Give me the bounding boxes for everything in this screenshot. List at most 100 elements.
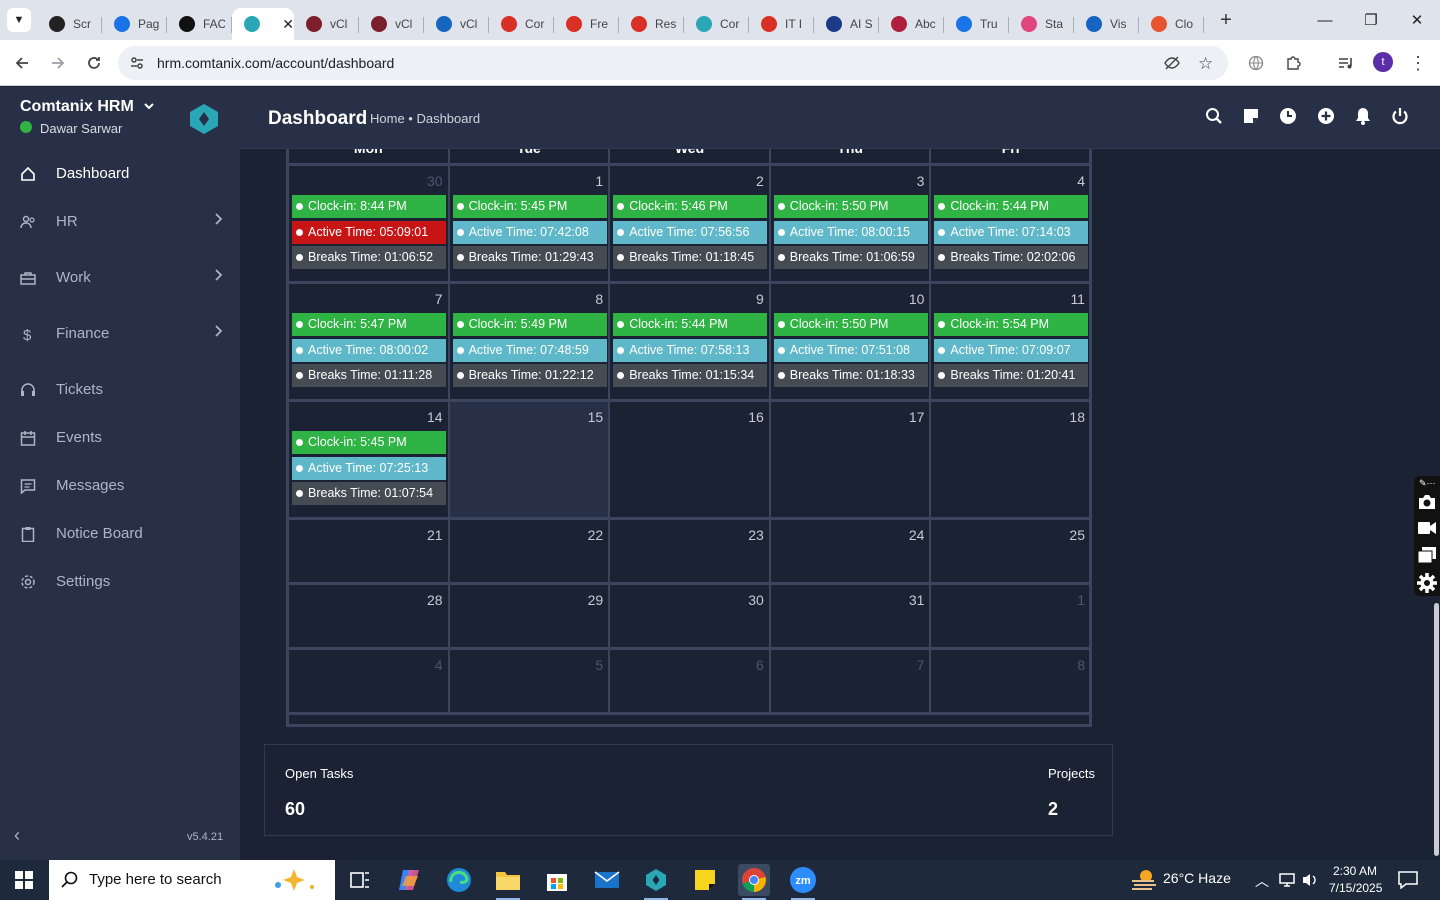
eye-off-icon[interactable] <box>1164 55 1180 71</box>
power-icon[interactable] <box>1390 106 1410 126</box>
clock-in-event[interactable]: Clock-in: 5:54 PM <box>934 313 1089 336</box>
clock-in-event[interactable]: Clock-in: 8:44 PM <box>292 195 446 218</box>
clock-in-event[interactable]: Clock-in: 5:46 PM <box>613 195 768 218</box>
weather-text[interactable]: 26°C Haze <box>1163 870 1231 886</box>
breaks-time-event[interactable]: Breaks Time: 01:22:12 <box>452 364 607 387</box>
forward-button[interactable] <box>44 49 72 77</box>
volume-icon[interactable] <box>1302 872 1318 888</box>
browser-tab[interactable]: vCl <box>359 8 424 40</box>
zoom-app[interactable]: zm <box>787 864 819 900</box>
calendar-day[interactable]: 25 <box>931 520 1092 585</box>
calendar-day[interactable]: 24 <box>770 520 932 585</box>
calendar-day[interactable]: 2 Clock-in: 5:46 PM Active Time: 07:56:56 B… <box>610 166 771 284</box>
address-bar[interactable]: hrm.comtanix.com/account/dashboard ☆ <box>118 46 1228 80</box>
calendar-day[interactable]: 29 <box>449 585 611 650</box>
active-time-event[interactable]: Active Time: 07:51:08 <box>773 338 928 362</box>
active-time-event[interactable]: Active Time: 07:25:13 <box>292 456 446 480</box>
active-time-event[interactable]: Active Time: 07:09:07 <box>934 338 1089 362</box>
active-time-event[interactable]: Active Time: 07:42:08 <box>452 220 607 244</box>
calendar-day[interactable]: 7 Clock-in: 5:47 PM Active Time: 08:00:02 B… <box>289 284 450 402</box>
file-explorer-app[interactable] <box>492 864 524 900</box>
window-close-button[interactable]: ✕ <box>1394 0 1440 40</box>
calendar-day[interactable]: 1 <box>931 585 1092 650</box>
clock-icon[interactable] <box>1278 106 1298 126</box>
calendar-day[interactable]: 11 Clock-in: 5:54 PM Active Time: 07:09:07… <box>931 284 1092 402</box>
browser-tab[interactable]: IT I <box>749 8 814 40</box>
calendar-day[interactable]: 4 Clock-in: 5:44 PM Active Time: 07:14:03 B… <box>931 166 1092 284</box>
clock-date[interactable]: 7/15/2025 <box>1329 881 1382 895</box>
sidebar-item-settings[interactable]: Settings <box>0 562 240 602</box>
breaks-time-event[interactable]: Breaks Time: 01:06:59 <box>773 246 928 269</box>
extensions-button[interactable] <box>1279 49 1307 77</box>
window-capture-icon[interactable] <box>1418 547 1436 563</box>
clock-in-event[interactable]: Clock-in: 5:50 PM <box>773 195 928 218</box>
clock-in-event[interactable]: Clock-in: 5:47 PM <box>292 313 446 336</box>
tab-search-button[interactable]: ▼ <box>7 8 31 32</box>
breaks-time-event[interactable]: Breaks Time: 01:20:41 <box>934 364 1089 387</box>
browser-tab[interactable]: Cor <box>489 8 554 40</box>
edge-app[interactable] <box>443 864 475 896</box>
browser-tab[interactable]: Clo <box>1139 8 1204 40</box>
sidebar-item-notice-board[interactable]: Notice Board <box>0 514 240 554</box>
active-time-event[interactable]: Active Time: 07:14:03 <box>934 220 1089 244</box>
translate-button[interactable] <box>1242 49 1270 77</box>
sticky-notes-app[interactable] <box>689 864 721 896</box>
gear-icon[interactable] <box>1417 573 1437 593</box>
sidebar-item-hr[interactable]: HR <box>0 202 240 242</box>
calendar-day[interactable]: 9 Clock-in: 5:44 PM Active Time: 07:58:13 B… <box>610 284 771 402</box>
calendar-day[interactable]: 18 <box>931 402 1092 520</box>
clock-in-event[interactable]: Clock-in: 5:44 PM <box>613 313 768 336</box>
clock-in-event[interactable]: Clock-in: 5:50 PM <box>773 313 928 336</box>
active-time-event[interactable]: Active Time: 08:00:15 <box>773 220 928 244</box>
browser-menu-button[interactable]: ⋮ <box>1404 49 1432 77</box>
calendar-day[interactable]: 4 <box>289 650 450 715</box>
collapse-sidebar-icon[interactable]: ‹ <box>14 825 20 846</box>
calendar-day[interactable]: 14 Clock-in: 5:45 PM Active Time: 07:25:13… <box>289 402 450 520</box>
breaks-time-event[interactable]: Breaks Time: 01:11:28 <box>292 364 446 387</box>
calendar-day[interactable]: 7 <box>770 650 932 715</box>
breaks-time-event[interactable]: Breaks Time: 01:18:33 <box>773 364 928 387</box>
notifications-icon[interactable] <box>1398 871 1418 889</box>
breaks-time-event[interactable]: Breaks Time: 01:15:34 <box>613 364 768 387</box>
calendar-day[interactable]: 28 <box>289 585 450 650</box>
browser-tab[interactable]: AI S <box>814 8 879 40</box>
plus-circle-icon[interactable] <box>1316 106 1336 126</box>
calendar-day[interactable]: 3 Clock-in: 5:50 PM Active Time: 08:00:15 B… <box>770 166 932 284</box>
chevron-up-icon[interactable]: ︿ <box>1255 871 1269 891</box>
mail-app[interactable] <box>591 864 623 896</box>
taskbar-search[interactable]: Type here to search <box>49 860 335 900</box>
calendar-day[interactable]: 8 Clock-in: 5:49 PM Active Time: 07:48:59 B… <box>449 284 611 402</box>
task-view-button[interactable] <box>344 864 376 896</box>
calendar-day[interactable]: 16 <box>610 402 771 520</box>
breaks-time-event[interactable]: Breaks Time: 01:18:45 <box>613 246 768 269</box>
browser-tab[interactable]: Sta <box>1009 8 1074 40</box>
search-icon[interactable] <box>1204 106 1224 126</box>
chevron-down-icon[interactable] <box>143 100 155 112</box>
breaks-time-event[interactable]: Breaks Time: 01:07:54 <box>292 482 446 505</box>
calendar-day[interactable]: 1 Clock-in: 5:45 PM Active Time: 07:42:08 B… <box>449 166 611 284</box>
store-app[interactable] <box>541 864 573 896</box>
browser-tab[interactable]: Fre <box>554 8 619 40</box>
calendar-day[interactable]: 23 <box>610 520 771 585</box>
calendar-day[interactable]: 6 <box>610 650 771 715</box>
sidebar-item-work[interactable]: Work <box>0 258 240 298</box>
clock-in-event[interactable]: Clock-in: 5:45 PM <box>452 195 607 218</box>
calendar-day[interactable]: 10 Clock-in: 5:50 PM Active Time: 07:51:08… <box>770 284 932 402</box>
bookmark-star-icon[interactable]: ☆ <box>1198 54 1213 74</box>
calendar-day[interactable]: 17 <box>770 402 932 520</box>
media-controls-button[interactable] <box>1332 49 1360 77</box>
more-icon[interactable]: ✎⋯ <box>1419 478 1436 489</box>
clock-in-event[interactable]: Clock-in: 5:45 PM <box>292 431 446 454</box>
camera-icon[interactable] <box>1418 494 1436 510</box>
profile-avatar[interactable]: t <box>1373 52 1393 72</box>
video-camera-icon[interactable] <box>1418 521 1436 535</box>
network-icon[interactable] <box>1278 872 1296 888</box>
breaks-time-event[interactable]: Breaks Time: 02:02:06 <box>934 246 1089 269</box>
back-button[interactable] <box>8 49 36 77</box>
active-time-event[interactable]: Active Time: 05:09:01 <box>292 220 446 244</box>
browser-tab[interactable]: Cor <box>684 8 749 40</box>
note-icon[interactable] <box>1241 106 1261 126</box>
reload-button[interactable] <box>80 49 108 77</box>
breaks-time-event[interactable]: Breaks Time: 01:29:43 <box>452 246 607 269</box>
browser-tab[interactable]: ✕ <box>232 8 294 40</box>
